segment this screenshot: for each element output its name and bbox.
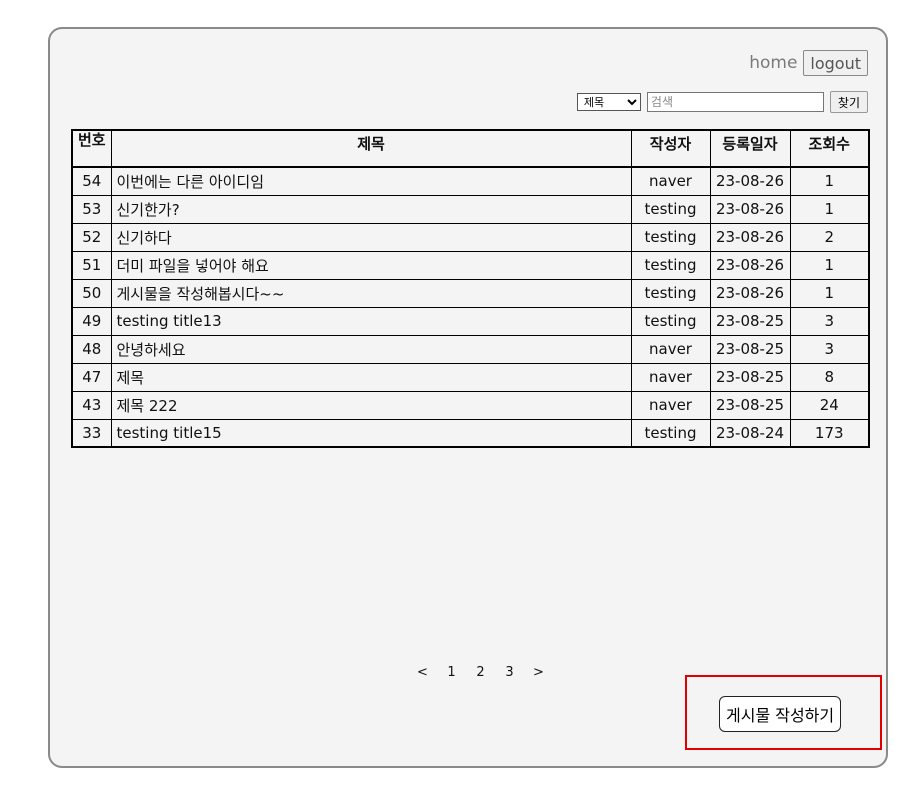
header-writer: 작성자 [630, 129, 711, 168]
row-title-link[interactable]: 이번에는 다른 아이디임 [110, 166, 632, 196]
row-title-link[interactable]: 더미 파일을 넣어야 해요 [110, 250, 632, 280]
row-number: 52 [71, 222, 112, 252]
row-date: 23-08-25 [709, 334, 791, 364]
search-input[interactable] [646, 92, 824, 112]
row-title-link[interactable]: 신기하다 [110, 222, 632, 252]
row-views: 2 [789, 222, 870, 252]
page-1-link[interactable]: 1 [437, 665, 466, 680]
page-3-link[interactable]: 3 [495, 665, 524, 680]
row-views: 1 [789, 278, 870, 308]
row-views: 24 [789, 390, 870, 420]
row-number: 50 [71, 278, 112, 308]
row-writer: naver [630, 166, 711, 196]
row-writer: naver [630, 390, 711, 420]
row-number: 43 [71, 390, 112, 420]
row-writer: testing [630, 306, 711, 336]
write-button-highlight: 게시물 작성하기 [685, 675, 882, 750]
row-date: 23-08-26 [709, 278, 791, 308]
row-title-link[interactable]: testing title13 [110, 306, 632, 336]
header-number: 번호 [71, 129, 112, 168]
row-number: 51 [71, 250, 112, 280]
row-number: 47 [71, 362, 112, 392]
table-row[interactable]: 50 게시물을 작성해봅시다~~ testing 23-08-26 1 [71, 278, 870, 308]
row-writer: testing [630, 222, 711, 252]
row-title-link[interactable]: 게시물을 작성해봅시다~~ [110, 278, 632, 308]
header-views: 조회수 [789, 129, 870, 168]
row-number: 54 [71, 166, 112, 196]
table-row[interactable]: 54 이번에는 다른 아이디임 naver 23-08-26 1 [71, 166, 870, 196]
header-title: 제목 [110, 129, 632, 168]
row-writer: testing [630, 194, 711, 224]
row-views: 8 [789, 362, 870, 392]
row-title-link[interactable]: 안녕하세요 [110, 334, 632, 364]
table-row[interactable]: 33 testing title15 testing 23-08-24 173 [71, 418, 870, 448]
table-row[interactable]: 48 안녕하세요 naver 23-08-25 3 [71, 334, 870, 364]
row-writer: testing [630, 250, 711, 280]
row-title-link[interactable]: testing title15 [110, 418, 632, 448]
row-writer: naver [630, 334, 711, 364]
row-title-link[interactable]: 신기한가? [110, 194, 632, 224]
table-body: 54 이번에는 다른 아이디임 naver 23-08-26 1 53 신기한가? testi… [71, 166, 870, 448]
search-bar: 제목 찾기 [576, 91, 868, 113]
post-table: 번호 제목 작성자 등록일자 조회수 54 이번에는 다른 아이디임 naver 23… [71, 129, 870, 448]
row-title-link[interactable]: 제목 222 [110, 390, 632, 420]
search-button[interactable]: 찾기 [829, 91, 868, 113]
row-views: 1 [789, 194, 870, 224]
row-date: 23-08-24 [709, 418, 791, 448]
table-row[interactable]: 43 제목 222 naver 23-08-25 24 [71, 390, 870, 420]
row-date: 23-08-25 [709, 306, 791, 336]
row-date: 23-08-26 [709, 250, 791, 280]
row-number: 48 [71, 334, 112, 364]
next-page-button[interactable]: > [524, 665, 553, 680]
row-date: 23-08-26 [709, 194, 791, 224]
row-date: 23-08-26 [709, 222, 791, 252]
table-row[interactable]: 47 제목 naver 23-08-25 8 [71, 362, 870, 392]
row-date: 23-08-26 [709, 166, 791, 196]
table-row[interactable]: 49 testing title13 testing 23-08-25 3 [71, 306, 870, 336]
search-type-select[interactable]: 제목 [576, 93, 641, 111]
row-writer: testing [630, 418, 711, 448]
row-number: 49 [71, 306, 112, 336]
row-number: 53 [71, 194, 112, 224]
row-title-link[interactable]: 제목 [110, 362, 632, 392]
row-writer: testing [630, 278, 711, 308]
row-views: 1 [789, 166, 870, 196]
row-date: 23-08-25 [709, 390, 791, 420]
row-writer: naver [630, 362, 711, 392]
write-post-button[interactable]: 게시물 작성하기 [719, 696, 842, 732]
prev-page-button[interactable]: < [408, 665, 437, 680]
table-header-row: 번호 제목 작성자 등록일자 조회수 [71, 129, 870, 168]
home-link[interactable]: home [749, 53, 797, 73]
header-date: 등록일자 [709, 129, 791, 168]
table-row[interactable]: 53 신기한가? testing 23-08-26 1 [71, 194, 870, 224]
table-row[interactable]: 52 신기하다 testing 23-08-26 2 [71, 222, 870, 252]
row-number: 33 [71, 418, 112, 448]
top-nav: home logout [749, 50, 868, 76]
page-2-link[interactable]: 2 [466, 665, 495, 680]
pagination: < 1 2 3 > [408, 665, 553, 680]
row-views: 173 [789, 418, 870, 448]
row-views: 1 [789, 250, 870, 280]
table-row[interactable]: 51 더미 파일을 넣어야 해요 testing 23-08-26 1 [71, 250, 870, 280]
logout-button[interactable]: logout [803, 50, 868, 76]
row-views: 3 [789, 334, 870, 364]
row-date: 23-08-25 [709, 362, 791, 392]
row-views: 3 [789, 306, 870, 336]
board-panel: home logout 제목 찾기 번호 제목 작성자 등록일자 조회수 54이… [48, 27, 888, 768]
